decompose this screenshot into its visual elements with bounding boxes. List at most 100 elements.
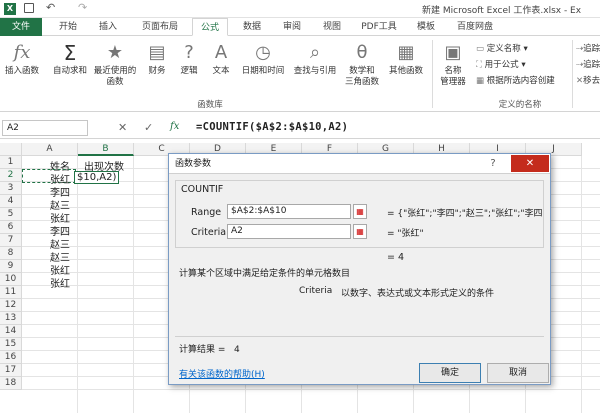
row-header[interactable]: 9 <box>0 260 22 273</box>
create-from-selection-label: 根据所选内容创建 <box>486 76 555 86</box>
row-header[interactable]: 6 <box>0 221 22 234</box>
excel-logo-icon: X <box>4 3 16 15</box>
fx-icon: fx <box>13 42 31 63</box>
logical-button[interactable]: ? 逻辑 <box>174 42 204 77</box>
cell-b2[interactable]: $10,A2) <box>74 171 120 184</box>
datetime-button[interactable]: ◷ 日期和时间 <box>238 42 288 77</box>
tab-pdf-tools[interactable]: PDF工具 <box>356 18 402 36</box>
criteria-desc-name: Criteria <box>299 286 333 296</box>
tag-icon: ▭ <box>476 44 487 54</box>
autosum-button[interactable]: Σ 自动求和 <box>50 42 90 77</box>
name-tag-icon: ▣ <box>444 42 462 63</box>
tab-file[interactable]: 文件 <box>0 18 42 36</box>
tab-insert[interactable]: 插入 <box>92 18 124 36</box>
row-header[interactable]: 5 <box>0 208 22 221</box>
help-link[interactable]: 有关该函数的帮助(H) <box>179 367 265 380</box>
formula-input[interactable]: =COUNTIF($A$2:$A$10,A2) <box>196 121 348 133</box>
cell-a10[interactable]: 张红 <box>50 275 70 290</box>
financial-label: 财务 <box>148 66 166 76</box>
row-header[interactable]: 4 <box>0 195 22 208</box>
total-result: = 4 <box>387 252 405 263</box>
more-functions-label: 其他函数 <box>388 66 423 76</box>
row-header[interactable]: 14 <box>0 325 22 338</box>
row-header[interactable]: 2 <box>0 169 22 182</box>
cancel-button[interactable]: 取消 <box>487 363 549 383</box>
formula-icon: ⛶ <box>476 60 485 70</box>
magnifier-book-icon: ⌕ <box>309 42 321 63</box>
define-name-label: 定义名称 <box>486 44 521 54</box>
name-manager-button[interactable]: ▣ 名称 管理器 <box>434 42 472 88</box>
logical-label: 逻辑 <box>180 66 198 76</box>
close-button[interactable]: ✕ <box>511 155 549 172</box>
formula-bar: A2 ✕ ✓ fx =COUNTIF($A$2:$A$10,A2) <box>0 117 600 139</box>
financial-button[interactable]: ▤ 财务 <box>142 42 172 77</box>
row-header[interactable]: 12 <box>0 299 22 312</box>
math-button[interactable]: θ 数学和 三角函数 <box>342 42 382 88</box>
fx-button-icon[interactable]: fx <box>170 121 179 132</box>
book-icon: ▤ <box>148 42 166 63</box>
window-title: 新建 Microsoft Excel 工作表.xlsx - Ex <box>422 6 582 16</box>
criteria-label: Criteria <box>191 227 227 238</box>
lookup-button[interactable]: ⌕ 查找与引用 <box>290 42 340 77</box>
criteria-collapse-icon[interactable]: ▦ <box>353 224 367 239</box>
ribbon: fx 插入函数 Σ 自动求和 ★ 最近使用的 函数 ▤ 财务 ? 逻辑 A 文本… <box>0 36 600 112</box>
row-header[interactable]: 3 <box>0 182 22 195</box>
tab-formulas[interactable]: 公式 <box>192 18 228 36</box>
select-all-corner[interactable] <box>0 143 22 156</box>
function-arguments-dialog: 函数参数 ? ✕ COUNTIF Range $A$2:$A$10 ▦ = {"… <box>168 153 551 385</box>
grid-icon: ▦ <box>476 76 487 86</box>
tab-data[interactable]: 数据 <box>236 18 268 36</box>
defined-names-label: 定义的名称 <box>498 100 542 110</box>
ribbon-tabs: 文件 开始 插入 页面布局 公式 数据 审阅 视图 PDF工具 模板 百度网盘 <box>0 18 600 36</box>
function-library-label: 函数库 <box>197 100 223 110</box>
star-icon: ★ <box>106 42 124 63</box>
row-header[interactable]: 10 <box>0 273 22 286</box>
row-header[interactable]: 17 <box>0 364 22 377</box>
tab-review[interactable]: 审阅 <box>276 18 308 36</box>
row-header[interactable]: 13 <box>0 312 22 325</box>
row-header[interactable]: 15 <box>0 338 22 351</box>
create-from-selection-button[interactable]: ▦ 根据所选内容创建 <box>476 74 555 86</box>
tab-view[interactable]: 视图 <box>316 18 348 36</box>
range-collapse-icon[interactable]: ▦ <box>353 204 367 219</box>
define-name-button[interactable]: ▭ 定义名称 ▾ <box>476 42 528 54</box>
tab-home[interactable]: 开始 <box>52 18 84 36</box>
trace-dependents-button[interactable]: ⇢追踪 <box>576 58 600 70</box>
tab-page-layout[interactable]: 页面布局 <box>134 18 186 36</box>
tab-baidu-netdisk[interactable]: 百度网盘 <box>450 18 500 36</box>
insert-function-label: 插入函数 <box>4 66 39 76</box>
math-label: 数学和 三角函数 <box>344 66 379 87</box>
criteria-input[interactable]: A2 <box>227 224 351 239</box>
column-header[interactable]: B <box>78 143 134 156</box>
more-functions-button[interactable]: ▦ 其他函数 <box>384 42 428 77</box>
help-button[interactable]: ? <box>485 156 501 172</box>
save-icon[interactable] <box>24 3 34 13</box>
row-header[interactable]: 11 <box>0 286 22 299</box>
cancel-formula-icon[interactable]: ✕ <box>118 121 127 134</box>
trace-precedents-button[interactable]: ⇢追踪 <box>576 42 600 54</box>
text-button[interactable]: A 文本 <box>206 42 236 77</box>
row-header[interactable]: 18 <box>0 377 22 390</box>
remove-arrows-button[interactable]: ✕移去 <box>576 74 600 86</box>
insert-function-button[interactable]: fx 插入函数 <box>2 42 42 77</box>
column-header[interactable]: A <box>22 143 78 156</box>
name-box[interactable]: A2 <box>2 120 88 136</box>
recent-used-button[interactable]: ★ 最近使用的 函数 <box>92 42 138 88</box>
range-input[interactable]: $A$2:$A$10 <box>227 204 351 219</box>
redo-icon[interactable]: ↷ <box>78 1 87 14</box>
use-in-formula-button[interactable]: ⛶ 用于公式 ▾ <box>476 58 526 70</box>
ok-button[interactable]: 确定 <box>419 363 481 383</box>
row-header[interactable]: 7 <box>0 234 22 247</box>
undo-icon[interactable]: ↶ <box>46 1 55 14</box>
text-label: 文本 <box>212 66 230 76</box>
tab-templates[interactable]: 模板 <box>410 18 442 36</box>
calc-result: 计算结果 = 4 <box>179 345 240 355</box>
row-header[interactable]: 1 <box>0 156 22 169</box>
question-book-icon: ? <box>184 42 194 63</box>
enter-formula-icon[interactable]: ✓ <box>144 121 153 134</box>
row-header[interactable]: 16 <box>0 351 22 364</box>
sigma-icon: Σ <box>63 41 77 65</box>
row-header[interactable]: 8 <box>0 247 22 260</box>
range-label: Range <box>191 207 222 218</box>
theta-icon: θ <box>356 42 368 63</box>
